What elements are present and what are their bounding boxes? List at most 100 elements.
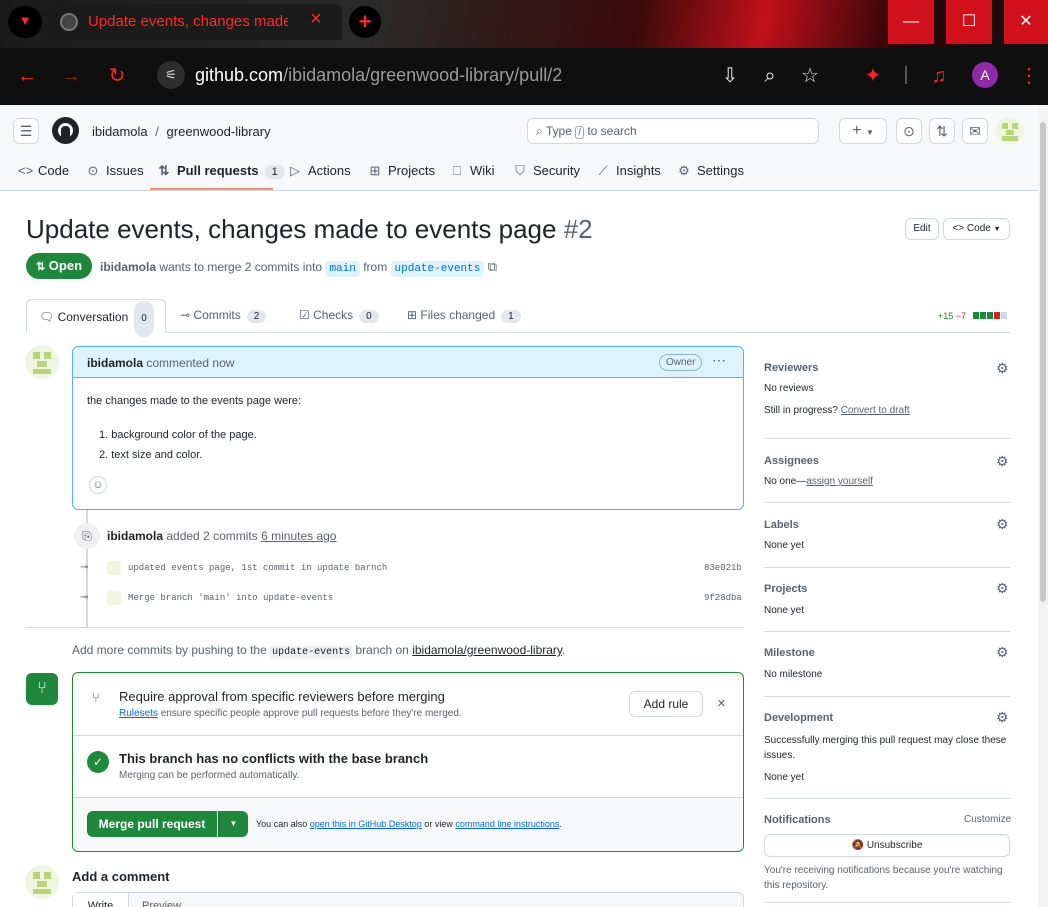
add-reaction-button[interactable]: ☺ — [89, 476, 107, 494]
push-repo-link[interactable]: ibidamola/greenwood-library — [412, 643, 562, 657]
url-text[interactable]: github.com/ibidamola/greenwood-library/p… — [195, 65, 562, 86]
head-branch[interactable]: update-events — [390, 261, 485, 277]
gear-icon[interactable]: ⚙ — [996, 644, 1009, 661]
reviewers-heading[interactable]: Reviewers — [764, 362, 818, 374]
gear-icon[interactable]: ⚙ — [996, 516, 1009, 533]
repo-owner-link[interactable]: ibidamola — [92, 124, 148, 139]
convert-to-draft-link[interactable]: Convert to draft — [841, 405, 910, 416]
base-branch[interactable]: main — [325, 261, 360, 277]
chevron-down-icon: ▼ — [229, 819, 238, 828]
commits-event-icon: ⎘ — [74, 523, 100, 549]
current-user-avatar[interactable] — [25, 865, 59, 899]
tab-search-button[interactable]: ▼ — [8, 6, 42, 38]
hamburger-button[interactable]: ☰ — [13, 118, 39, 144]
search-input[interactable]: ⌕ Type / to search — [527, 118, 819, 144]
issues-header-button[interactable]: ⊙ — [896, 118, 922, 144]
github-desktop-link[interactable]: open this in GitHub Desktop — [310, 819, 422, 829]
profile-avatar[interactable]: A — [972, 62, 998, 88]
site-info-icon[interactable]: ⚟ — [157, 61, 185, 89]
extensions-icon[interactable]: ✦ — [860, 64, 886, 88]
draft-hint: Still in progress? Convert to draft — [764, 405, 910, 416]
pull-requests-header-button[interactable]: ⇅ — [929, 118, 955, 144]
tab-close-icon[interactable]: × — [310, 8, 322, 31]
gear-icon[interactable]: ⚙ — [996, 709, 1009, 726]
commit-author-link[interactable]: ibidamola — [107, 529, 163, 543]
commit-message-link[interactable]: Merge branch 'main' into update-events — [128, 593, 333, 603]
rulesets-link[interactable]: Rulesets — [119, 708, 158, 719]
projects-heading[interactable]: Projects — [764, 583, 807, 595]
commit-icon: ⊸ — [180, 308, 191, 322]
repo-name-link[interactable]: greenwood-library — [167, 124, 271, 139]
nav-projects[interactable]: ⊞ Projects — [368, 163, 435, 179]
nav-insights[interactable]: ⟋ Insights — [596, 163, 660, 179]
assignees-heading[interactable]: Assignees — [764, 455, 819, 467]
create-new-button[interactable]: + ▼ — [839, 118, 887, 144]
customize-link[interactable]: Customize — [964, 814, 1011, 825]
merge-pull-request-button[interactable]: Merge pull request — [87, 811, 217, 837]
comment-author-avatar[interactable] — [25, 345, 59, 379]
gear-icon[interactable]: ⚙ — [996, 360, 1009, 377]
chevron-down-icon: ▼ — [993, 226, 1001, 233]
inbox-header-button[interactable]: ✉ — [962, 118, 988, 144]
timeline-divider — [26, 627, 744, 628]
bookmark-star-icon[interactable]: ☆ — [797, 64, 823, 88]
tab-files-changed[interactable]: ⊞ Files changed 1 — [407, 308, 521, 323]
menu-kebab-icon[interactable]: ⋮ — [1016, 64, 1042, 88]
commit-sha-link[interactable]: 83e021b — [704, 563, 742, 573]
nav-pull-requests[interactable]: ⇅ Pull requests 1 — [157, 163, 285, 179]
back-icon[interactable]: ← — [14, 64, 40, 88]
dismiss-icon[interactable]: × — [717, 695, 726, 712]
reload-icon[interactable]: ↻ — [104, 64, 130, 88]
tab-checks[interactable]: ☑ Checks 0 — [299, 308, 379, 323]
merge-options-button[interactable]: ▼ — [218, 811, 248, 837]
code-dropdown-button[interactable]: <> Code ▼ — [943, 218, 1010, 240]
tab-conversation[interactable]: 🗨 Conversation 0 — [26, 299, 166, 337]
nav-security[interactable]: ⛉ Security — [513, 163, 580, 179]
media-icon[interactable]: ♫ — [926, 64, 952, 88]
assign-yourself-link[interactable]: assign yourself — [806, 476, 873, 487]
commit-sha-link[interactable]: 9f28dba — [704, 593, 742, 603]
github-logo-icon[interactable] — [52, 117, 79, 144]
minimize-button[interactable]: — — [888, 0, 934, 44]
gear-icon[interactable]: ⚙ — [996, 453, 1009, 470]
new-tab-button[interactable]: + — [349, 6, 381, 38]
pr-author-link[interactable]: ibidamola — [100, 260, 156, 274]
labels-heading[interactable]: Labels — [764, 519, 799, 531]
zoom-icon[interactable]: ⌕ — [757, 64, 783, 88]
tab-commits[interactable]: ⊸ Commits 2 — [180, 308, 267, 323]
nav-code[interactable]: <> Code — [18, 163, 69, 178]
unsubscribe-button[interactable]: 🔕 Unsubscribe — [764, 834, 1010, 857]
scrollbar-thumb[interactable] — [1040, 122, 1046, 602]
kebab-menu-icon[interactable]: ⋯ — [712, 352, 726, 369]
add-rule-button[interactable]: Add rule — [629, 691, 703, 717]
github-favicon-icon — [60, 13, 78, 31]
play-icon: ▷ — [290, 163, 300, 178]
maximize-button[interactable]: ☐ — [946, 0, 992, 44]
comment-header-text: ibidamola commented now — [87, 356, 235, 370]
commit-message-link[interactable]: updated events page, 1st commit in updat… — [128, 563, 387, 573]
nav-wiki[interactable]: ⎕ Wiki — [450, 163, 494, 179]
nav-issues[interactable]: ⊙ Issues — [86, 163, 144, 179]
tab-preview[interactable]: Preview — [142, 893, 181, 907]
forward-icon[interactable]: → — [58, 64, 84, 88]
development-heading[interactable]: Development — [764, 712, 833, 724]
merge-box-divider — [73, 735, 743, 736]
copy-icon[interactable]: ⧉ — [488, 259, 497, 274]
comment-author-link[interactable]: ibidamola — [87, 356, 143, 370]
install-app-icon[interactable]: ⇩ — [717, 64, 743, 88]
comment-body-intro: the changes made to the events page were… — [87, 395, 302, 407]
nav-settings[interactable]: ⚙ Settings — [677, 163, 744, 179]
nav-actions[interactable]: ▷ Actions — [288, 163, 351, 179]
milestone-value: No milestone — [764, 669, 823, 680]
list-item: 1. background color of the page. — [99, 429, 257, 441]
edit-title-button[interactable]: Edit — [905, 218, 939, 240]
cli-instructions-link[interactable]: command line instructions — [455, 819, 559, 829]
user-avatar[interactable] — [996, 117, 1024, 145]
relative-time[interactable]: 6 minutes ago — [261, 529, 336, 543]
plus-icon: + — [852, 122, 862, 139]
issue-icon: ⊙ — [87, 163, 99, 178]
tab-write[interactable]: Write — [73, 893, 129, 907]
close-window-button[interactable]: ✕ — [1004, 0, 1048, 44]
gear-icon[interactable]: ⚙ — [996, 580, 1009, 597]
milestone-heading[interactable]: Milestone — [764, 647, 815, 659]
